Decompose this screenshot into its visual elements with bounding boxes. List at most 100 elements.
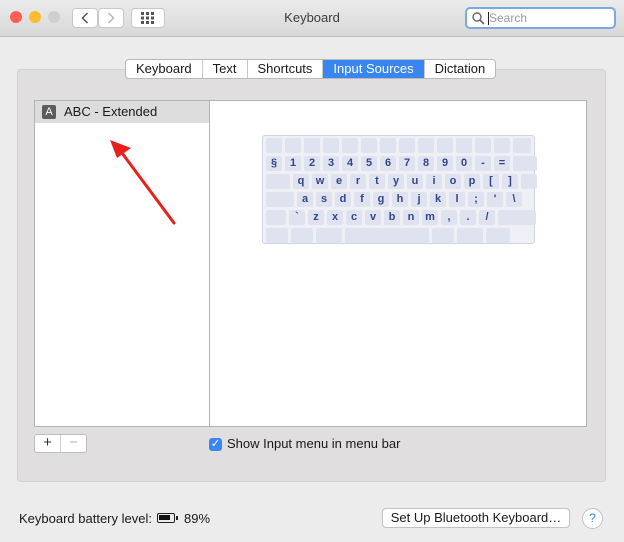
keyboard-key: y — [388, 174, 404, 189]
keyboard-key: l — [449, 192, 465, 207]
battery-icon — [157, 513, 178, 523]
tab-shortcuts[interactable]: Shortcuts — [248, 60, 324, 78]
keyboard-key: = — [494, 156, 510, 171]
keyboard-key: q — [293, 174, 309, 189]
keyboard-key: 5 — [361, 156, 377, 171]
keyboard-key: 0 — [456, 156, 472, 171]
keyboard-row: § 1 2 3 4 5 6 7 8 9 0- = — [266, 156, 540, 171]
keyboard-key: g — [373, 192, 389, 207]
keyboard-key: / — [479, 210, 495, 225]
keyboard-key: h — [392, 192, 408, 207]
keyboard-key: d — [335, 192, 351, 207]
keyboard-key: [ — [483, 174, 499, 189]
keyboard-key: a — [297, 192, 313, 207]
keyboard-key — [323, 138, 339, 153]
show-input-menu-checkbox[interactable]: ✓ — [209, 438, 222, 451]
keyboard-key — [437, 138, 453, 153]
keyboard-key: . — [460, 210, 476, 225]
keyboard-key — [456, 138, 472, 153]
keyboard-key — [457, 228, 483, 243]
keyboard-row: ` z x c v b n m,. / — [266, 210, 539, 225]
text-cursor — [488, 12, 489, 25]
keyboard-key: z — [308, 210, 324, 225]
tab-bar: Keyboard Text Shortcuts Input Sources Di… — [125, 59, 497, 79]
keyboard-key: 6 — [380, 156, 396, 171]
keyboard-key — [342, 138, 358, 153]
add-remove-control: + − — [34, 434, 87, 453]
keyboard-key: i — [426, 174, 442, 189]
keyboard-key — [361, 138, 377, 153]
keyboard-key: ' — [487, 192, 503, 207]
keyboard-key: j — [411, 192, 427, 207]
keyboard-key: ] — [502, 174, 518, 189]
keyboard-key: c — [346, 210, 362, 225]
keyboard-key: r — [350, 174, 366, 189]
battery-level-label: Keyboard battery level: — [19, 511, 152, 526]
keyboard-key — [266, 228, 288, 243]
add-input-source-button[interactable]: + — [35, 435, 60, 452]
keyboard-key: 8 — [418, 156, 434, 171]
tab-input-sources[interactable]: Input Sources — [323, 60, 425, 78]
keyboard-key: s — [316, 192, 332, 207]
keyboard-key — [521, 174, 537, 189]
search-field[interactable]: Search — [465, 7, 616, 29]
keyboard-key — [345, 228, 429, 243]
keyboard-key — [418, 138, 434, 153]
tab-keyboard[interactable]: Keyboard — [126, 60, 203, 78]
keyboard-key — [266, 174, 290, 189]
keyboard-key: w — [312, 174, 328, 189]
keyboard-key — [494, 138, 510, 153]
remove-input-source-button[interactable]: − — [60, 435, 86, 452]
keyboard-key: e — [331, 174, 347, 189]
keyboard-key: x — [327, 210, 343, 225]
keyboard-key: ; — [468, 192, 484, 207]
keyboard-key — [304, 138, 320, 153]
keyboard-key: 4 — [342, 156, 358, 171]
keyboard-layout-preview: § 1 2 3 4 5 6 7 8 9 0- = q w e r t y u i o p[] a s d f g h j k l; ' \ ` z x… — [262, 135, 537, 244]
keyboard-key: t — [369, 174, 385, 189]
keyboard-key — [475, 138, 491, 153]
title-bar: Keyboard Search — [0, 0, 624, 37]
keyboard-key: 1 — [285, 156, 301, 171]
list-item-label: ABC - Extended — [64, 104, 158, 119]
keyboard-key: k — [430, 192, 446, 207]
battery-percent: 89% — [184, 511, 211, 526]
keyboard-key: ` — [289, 210, 305, 225]
tab-dictation[interactable]: Dictation — [425, 60, 496, 78]
keyboard-key: b — [384, 210, 400, 225]
keyboard-row: q w e r t y u i o p[] — [266, 174, 540, 189]
keyboard-key: u — [407, 174, 423, 189]
search-icon — [472, 12, 485, 25]
keyboard-key: 2 — [304, 156, 320, 171]
list-item-abc-extended[interactable]: A ABC - Extended — [35, 101, 209, 123]
keyboard-key — [498, 210, 536, 225]
help-button[interactable]: ? — [582, 508, 603, 529]
input-sources-list[interactable]: A ABC - Extended — [34, 100, 210, 427]
keyboard-key: § — [266, 156, 282, 171]
keyboard-key — [432, 228, 454, 243]
keyboard-row — [266, 228, 513, 243]
tab-text[interactable]: Text — [203, 60, 248, 78]
keyboard-key — [513, 156, 537, 171]
keyboard-key: , — [441, 210, 457, 225]
keyboard-key: o — [445, 174, 461, 189]
input-source-icon: A — [42, 105, 56, 119]
keyboard-row — [266, 138, 534, 153]
keyboard-key: p — [464, 174, 480, 189]
keyboard-key — [380, 138, 396, 153]
keyboard-key — [266, 138, 282, 153]
keyboard-key: 3 — [323, 156, 339, 171]
setup-bluetooth-keyboard-button[interactable]: Set Up Bluetooth Keyboard… — [382, 508, 570, 528]
keyboard-key: m — [422, 210, 438, 225]
keyboard-key — [316, 228, 342, 243]
keyboard-key: v — [365, 210, 381, 225]
search-placeholder: Search — [489, 11, 528, 25]
keyboard-key — [266, 192, 294, 207]
keyboard-key: \ — [506, 192, 522, 207]
keyboard-key: f — [354, 192, 370, 207]
show-input-menu-label: Show Input menu in menu bar — [227, 436, 401, 451]
keyboard-key — [285, 138, 301, 153]
keyboard-key: 9 — [437, 156, 453, 171]
keyboard-row: a s d f g h j k l; ' \ — [266, 192, 525, 207]
keyboard-key: - — [475, 156, 491, 171]
